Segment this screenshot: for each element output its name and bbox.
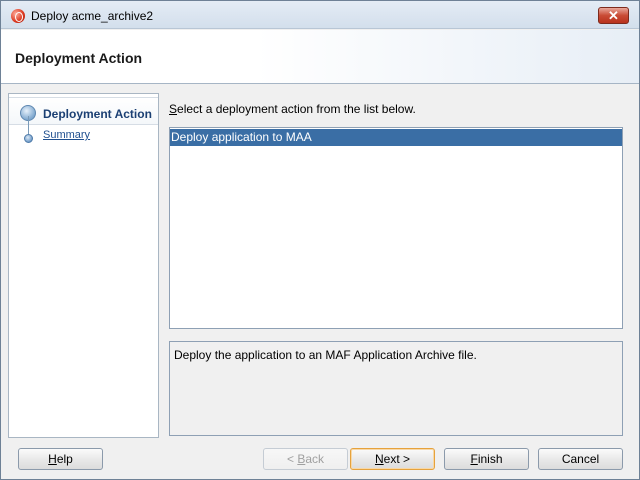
next-rest: ext > xyxy=(383,452,411,466)
wizard-steps-nav: Deployment Action Summary xyxy=(8,93,159,438)
nav-step-summary[interactable]: Summary xyxy=(9,125,158,153)
deployment-action-list[interactable]: Deploy application to MAA xyxy=(169,127,623,329)
instruction-mnemonic: S xyxy=(169,102,178,116)
window-title: Deploy acme_archive2 xyxy=(31,9,154,23)
help-rest: elp xyxy=(56,452,73,466)
help-button[interactable]: Help xyxy=(18,448,103,470)
finish-button[interactable]: Finish xyxy=(444,448,529,470)
nav-step-label[interactable]: Summary xyxy=(43,129,90,141)
action-description-panel: Deploy the application to an MAF Applica… xyxy=(169,341,623,436)
list-item-deploy-to-maa[interactable]: Deploy application to MAA xyxy=(170,129,622,146)
instruction-rest: elect a deployment action from the list … xyxy=(177,102,416,116)
back-button[interactable]: < Back xyxy=(263,448,348,470)
page-title: Deployment Action xyxy=(15,50,143,66)
step-icon xyxy=(24,134,33,143)
app-logo-icon xyxy=(11,9,25,23)
instruction-text: Select a deployment action from the list… xyxy=(169,102,416,116)
back-prefix: < xyxy=(286,452,298,466)
finish-rest: inish xyxy=(477,452,503,466)
next-mnemonic: N xyxy=(374,452,384,466)
nav-step-label: Deployment Action xyxy=(43,107,152,121)
help-mnemonic: H xyxy=(48,452,57,466)
back-rest: ack xyxy=(305,452,325,466)
finish-mnemonic: F xyxy=(470,452,478,466)
action-description-text: Deploy the application to an MAF Applica… xyxy=(174,348,477,362)
title-bar: Deploy acme_archive2 ✕ xyxy=(1,1,639,29)
next-button[interactable]: Next > xyxy=(350,448,435,470)
cancel-button[interactable]: Cancel xyxy=(538,448,623,470)
nav-step-deployment-action[interactable]: Deployment Action xyxy=(9,97,158,125)
deploy-dialog-window: Deploy acme_archive2 ✕ Deployment Action… xyxy=(0,0,640,480)
close-button[interactable]: ✕ xyxy=(598,7,629,24)
wizard-header: Deployment Action xyxy=(1,30,639,84)
